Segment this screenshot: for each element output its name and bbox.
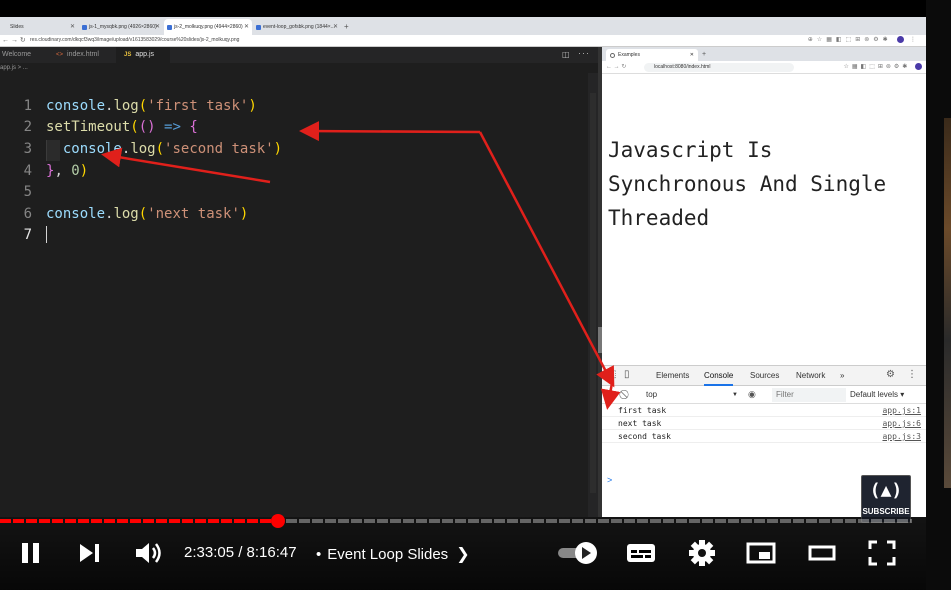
- channel-logo-icon: (▲): [869, 480, 903, 501]
- autoplay-toggle[interactable]: [556, 537, 602, 569]
- gear-icon: [689, 540, 715, 566]
- annotation-arrow: [478, 131, 615, 388]
- volume-icon: [136, 543, 161, 563]
- pause-button[interactable]: [18, 537, 44, 569]
- chapter-label: Event Loop Slides: [327, 546, 449, 563]
- annotation-arrows: [101, 121, 621, 410]
- video-frame: Slides ✕ js-1_mysqbk.png (4926×2860) ✕ j…: [0, 17, 926, 590]
- fullscreen-icon: [868, 540, 896, 566]
- time-display: 2:33:05 / 8:16:47: [184, 544, 297, 561]
- captions-button[interactable]: [625, 537, 657, 569]
- progress-bar[interactable]: [0, 514, 912, 528]
- video-frame-edge: [926, 0, 951, 590]
- subtitles-icon: [627, 544, 655, 562]
- settings-button[interactable]: [686, 537, 718, 569]
- progress-scrubber[interactable]: [271, 514, 285, 528]
- skip-next-icon: [80, 544, 99, 562]
- chapter-title[interactable]: • Event Loop Slides ❯: [316, 544, 470, 564]
- annotation-arrow: [600, 382, 621, 410]
- chevron-right-icon: ❯: [456, 546, 470, 563]
- miniplayer-icon: [746, 542, 776, 564]
- annotation-arrow: [299, 121, 481, 142]
- pause-icon: [22, 543, 39, 563]
- next-button[interactable]: [76, 537, 104, 569]
- background-strip: [944, 118, 951, 488]
- subscribe-button[interactable]: (▲) SUBSCRIBE: [861, 475, 911, 523]
- theater-mode-button[interactable]: [806, 537, 838, 569]
- fullscreen-button[interactable]: [866, 537, 898, 569]
- theater-mode-icon: [808, 545, 836, 561]
- miniplayer-button[interactable]: [745, 537, 777, 569]
- progress-played: [0, 519, 278, 523]
- volume-button[interactable]: [133, 537, 165, 569]
- annotation-arrow: [101, 147, 271, 184]
- autoplay-icon: [558, 542, 597, 564]
